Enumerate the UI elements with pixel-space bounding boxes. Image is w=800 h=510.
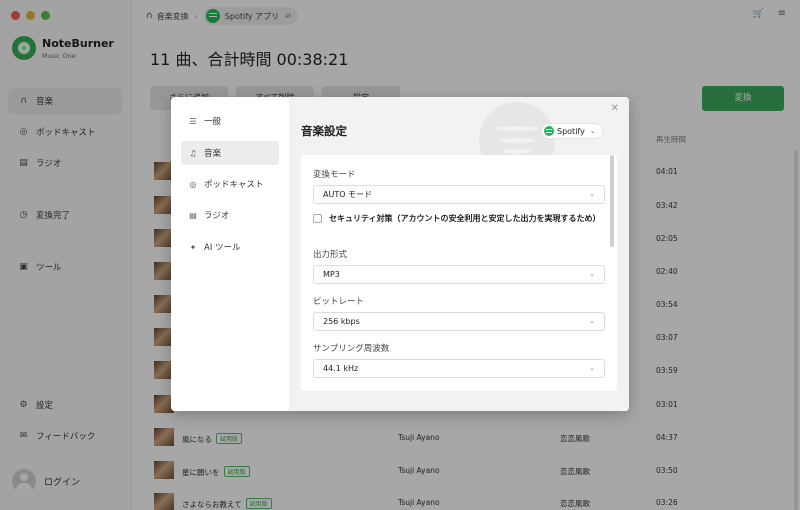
close-icon[interactable]: ✕ (611, 103, 619, 114)
select-value: 44.1 kHz (323, 364, 359, 373)
settings-dialog: ☰ 一般 ♫ 音楽 ◎ ポッドキャスト ▤ ラジオ ✦ AI ツール ✕ 音楽設… (171, 97, 629, 411)
settings-nav-ai-tools[interactable]: ✦ AI ツール (181, 235, 279, 259)
source-dropdown[interactable]: Spotify ⌄ (542, 124, 602, 138)
conversion-mode-select[interactable]: AUTO モード ⌄ (313, 185, 605, 204)
settings-nav-podcast[interactable]: ◎ ポッドキャスト (181, 172, 279, 196)
settings-nav-general[interactable]: ☰ 一般 (181, 109, 279, 133)
app-window: NoteBurner Music One ∩ 音楽 ◎ ポッドキャスト ▤ ラジ… (0, 0, 800, 510)
settings-nav-label: 一般 (204, 117, 222, 127)
bitrate-label: ビットレート (313, 297, 365, 307)
security-option[interactable]: セキュリティ対策（アカウントの安全利用と安定した出力を実現するため） (313, 213, 605, 225)
settings-panel: 変換モード AUTO モード ⌄ セキュリティ対策（アカウントの安全利用と安定し… (301, 155, 617, 391)
settings-nav-music[interactable]: ♫ 音楽 (181, 141, 279, 165)
ai-icon: ✦ (189, 242, 197, 252)
settings-nav-label: ポッドキャスト (204, 180, 264, 190)
conversion-mode-label: 変換モード (313, 170, 356, 180)
output-format-label: 出力形式 (313, 250, 348, 260)
chevron-down-icon: ⌄ (589, 270, 595, 278)
chevron-down-icon: ⌄ (589, 317, 595, 325)
select-value: 256 kbps (323, 317, 360, 326)
select-value: AUTO モード (323, 190, 373, 199)
settings-nav-label: ラジオ (204, 211, 230, 221)
spotify-icon (544, 126, 554, 136)
chevron-down-icon: ⌄ (589, 364, 595, 372)
select-value: MP3 (323, 270, 340, 279)
music-note-icon: ♫ (189, 148, 197, 158)
output-format-select[interactable]: MP3 ⌄ (313, 265, 605, 284)
chevron-down-icon: ⌄ (589, 127, 596, 135)
settings-content: ✕ 音楽設定 Spotify ⌄ 変換モード AUTO モード ⌄ セキュリティ… (289, 97, 629, 411)
settings-nav-label: 音楽 (204, 149, 222, 159)
settings-title: 音楽設定 (301, 124, 347, 138)
source-dropdown-label: Spotify (557, 126, 585, 136)
security-option-label: セキュリティ対策（アカウントの安全利用と安定した出力を実現するため） (329, 214, 601, 223)
sliders-icon: ☰ (189, 116, 197, 126)
radio-icon: ▤ (189, 210, 197, 220)
settings-scrollbar[interactable] (610, 155, 614, 247)
settings-nav-label: AI ツール (204, 243, 241, 253)
sample-rate-label: サンプリング周波数 (313, 344, 390, 354)
podcast-icon: ◎ (189, 179, 197, 189)
settings-nav: ☰ 一般 ♫ 音楽 ◎ ポッドキャスト ▤ ラジオ ✦ AI ツール (171, 97, 289, 411)
bitrate-select[interactable]: 256 kbps ⌄ (313, 312, 605, 331)
sample-rate-select[interactable]: 44.1 kHz ⌄ (313, 359, 605, 378)
settings-nav-radio[interactable]: ▤ ラジオ (181, 203, 279, 227)
security-checkbox[interactable] (313, 214, 322, 223)
chevron-down-icon: ⌄ (589, 190, 595, 198)
